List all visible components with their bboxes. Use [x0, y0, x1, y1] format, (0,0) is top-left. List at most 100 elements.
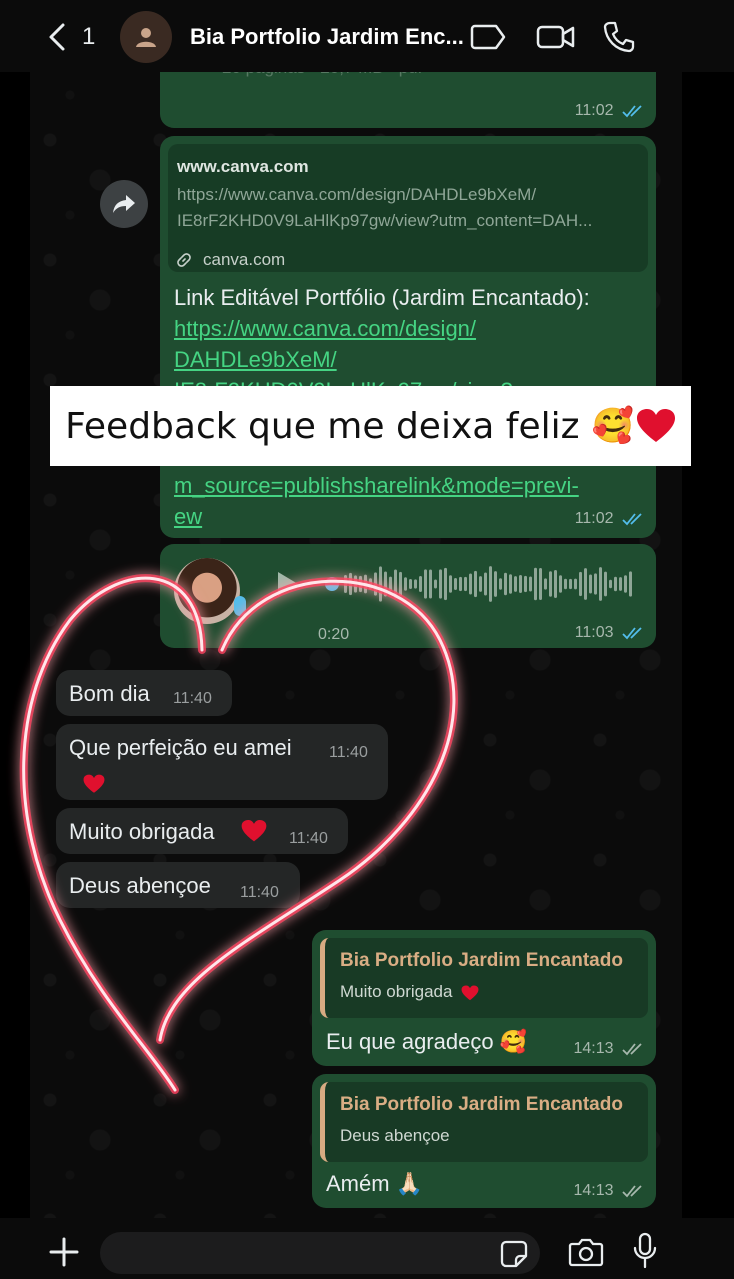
waveform-bar — [549, 571, 552, 597]
waveform-bar — [599, 567, 602, 601]
waveform-bar — [594, 573, 597, 595]
smiling-hearts-emoji: 🥰 — [499, 1029, 528, 1054]
incoming-message[interactable]: Que perfeição eu amei 11:40 — [56, 724, 388, 800]
preview-url: https://www.canva.com/design/DAHDLe9bXeM… — [177, 185, 593, 230]
waveform-bar — [554, 570, 557, 598]
message-text: Deus abençoe — [69, 873, 211, 898]
message-link[interactable]: DAHDLe9bXeM/ — [174, 344, 644, 375]
contact-name[interactable]: Bia Portfolio Jardim Enc... — [190, 24, 464, 50]
waveform-bar — [584, 568, 587, 600]
preview-site: www.canva.com — [177, 157, 309, 176]
message-text: Link Editável Portfólio (Jardim Encantad… — [174, 285, 590, 310]
red-heart-icon — [241, 819, 267, 842]
delivered-receipt-icon — [622, 1043, 642, 1056]
preview-domain: canva.com — [203, 250, 286, 269]
waveform-bar — [614, 576, 617, 592]
message-link[interactable]: ew — [174, 501, 644, 532]
forward-button[interactable] — [100, 180, 148, 228]
reply-message[interactable]: Bia Portfolio Jardim Encantado Deus aben… — [312, 1074, 656, 1208]
unread-count: 1 — [82, 23, 96, 50]
waveform-bar — [479, 576, 482, 592]
video-call-icon[interactable] — [536, 20, 576, 54]
waveform-bar — [394, 569, 397, 599]
delivered-receipt-icon — [622, 1185, 642, 1198]
waveform-bar — [349, 572, 352, 596]
waveform-bar — [424, 569, 427, 599]
read-receipt-icon — [622, 105, 642, 118]
link-message[interactable]: www.canva.com https://www.canva.com/desi… — [160, 136, 656, 538]
waveform-bar — [404, 577, 407, 591]
waveform-bar — [579, 571, 582, 597]
red-heart-icon — [83, 774, 105, 793]
waveform-bar — [504, 572, 507, 596]
reply-message[interactable]: Bia Portfolio Jardim Encantado Muito obr… — [312, 930, 656, 1066]
message-link[interactable]: https://www.canva.com/design/ — [174, 313, 644, 344]
forward-arrow-icon — [113, 195, 135, 213]
waveform-bar — [619, 577, 622, 591]
waveform-bar — [364, 574, 367, 594]
message-time: 11:40 — [240, 884, 279, 901]
person-icon — [136, 28, 156, 47]
waveform-bar — [484, 572, 487, 596]
camera-icon[interactable] — [568, 1236, 604, 1268]
voice-waveform[interactable] — [324, 560, 634, 608]
waveform-bar — [509, 574, 512, 594]
red-heart-icon — [461, 984, 479, 1000]
microphone-icon[interactable] — [632, 1232, 658, 1270]
message-composer — [0, 1218, 734, 1279]
play-icon[interactable] — [276, 570, 300, 598]
quoted-sender: Bia Portfolio Jardim Encantado — [340, 950, 623, 971]
waveform-bar — [449, 575, 452, 593]
waveform-bar — [434, 579, 437, 589]
waveform-bar — [544, 578, 547, 590]
waveform-bar — [384, 571, 387, 597]
waveform-bar — [609, 579, 612, 589]
waveform-bar — [444, 567, 447, 601]
quoted-text: Muito obrigada — [340, 982, 453, 1001]
message-link[interactable]: m_source=publishsharelink&mode=previ- — [174, 470, 644, 501]
waveform-bar — [574, 578, 577, 590]
sticker-icon[interactable] — [500, 1240, 528, 1268]
red-heart-icon — [636, 409, 675, 442]
praying-hands-emoji: 🙏🏻 — [395, 1171, 424, 1196]
incoming-message[interactable]: Bom dia 11:40 — [56, 670, 232, 716]
waveform-bar — [499, 578, 502, 590]
plus-icon[interactable] — [48, 1236, 80, 1268]
phone-call-icon[interactable] — [602, 20, 636, 54]
incoming-message[interactable]: Deus abençoe 11:40 — [56, 862, 300, 908]
quoted-text: Deus abençoe — [340, 1126, 450, 1145]
waveform-bar — [474, 570, 477, 598]
label-tag-icon[interactable] — [470, 20, 508, 54]
contact-avatar[interactable] — [120, 11, 172, 63]
waveform-bar — [374, 572, 377, 596]
message-text: Que perfeição eu amei — [69, 735, 292, 760]
message-input[interactable] — [100, 1232, 540, 1274]
message-time: 11:02 — [574, 510, 614, 527]
waveform-bar — [354, 575, 357, 593]
message-time: 11:40 — [329, 744, 368, 761]
waveform-bar — [389, 576, 392, 592]
banner-text: Feedback que me deixa feliz — [65, 405, 580, 447]
back-button[interactable]: 1 — [46, 22, 106, 52]
link-preview[interactable]: www.canva.com https://www.canva.com/desi… — [168, 144, 648, 272]
quoted-message[interactable]: Bia Portfolio Jardim Encantado Deus aben… — [320, 1082, 648, 1162]
waveform-bar — [419, 576, 422, 592]
voice-message[interactable]: 0:20 11:03 — [160, 544, 656, 648]
waveform-bar — [589, 574, 592, 594]
chat-header: 1 Bia Portfolio Jardim Enc... — [0, 0, 734, 72]
incoming-message[interactable]: Muito obrigada 11:40 — [56, 808, 348, 854]
quoted-message[interactable]: Bia Portfolio Jardim Encantado Muito obr… — [320, 938, 648, 1018]
message-time: 11:02 — [574, 102, 614, 119]
feedback-banner: Feedback que me deixa feliz 🥰 — [50, 386, 691, 466]
waveform-bar — [519, 574, 522, 594]
voice-duration: 0:20 — [318, 626, 350, 643]
waveform-bar — [414, 579, 417, 589]
waveform-bar — [464, 576, 467, 592]
message-time: 14:13 — [573, 1040, 614, 1057]
waveform-bar — [459, 576, 462, 592]
message-text: Amém — [326, 1171, 390, 1196]
waveform-bar — [629, 571, 632, 597]
waveform-bar — [369, 578, 372, 590]
message-time: 11:03 — [574, 624, 614, 641]
waveform-bar — [624, 575, 627, 593]
